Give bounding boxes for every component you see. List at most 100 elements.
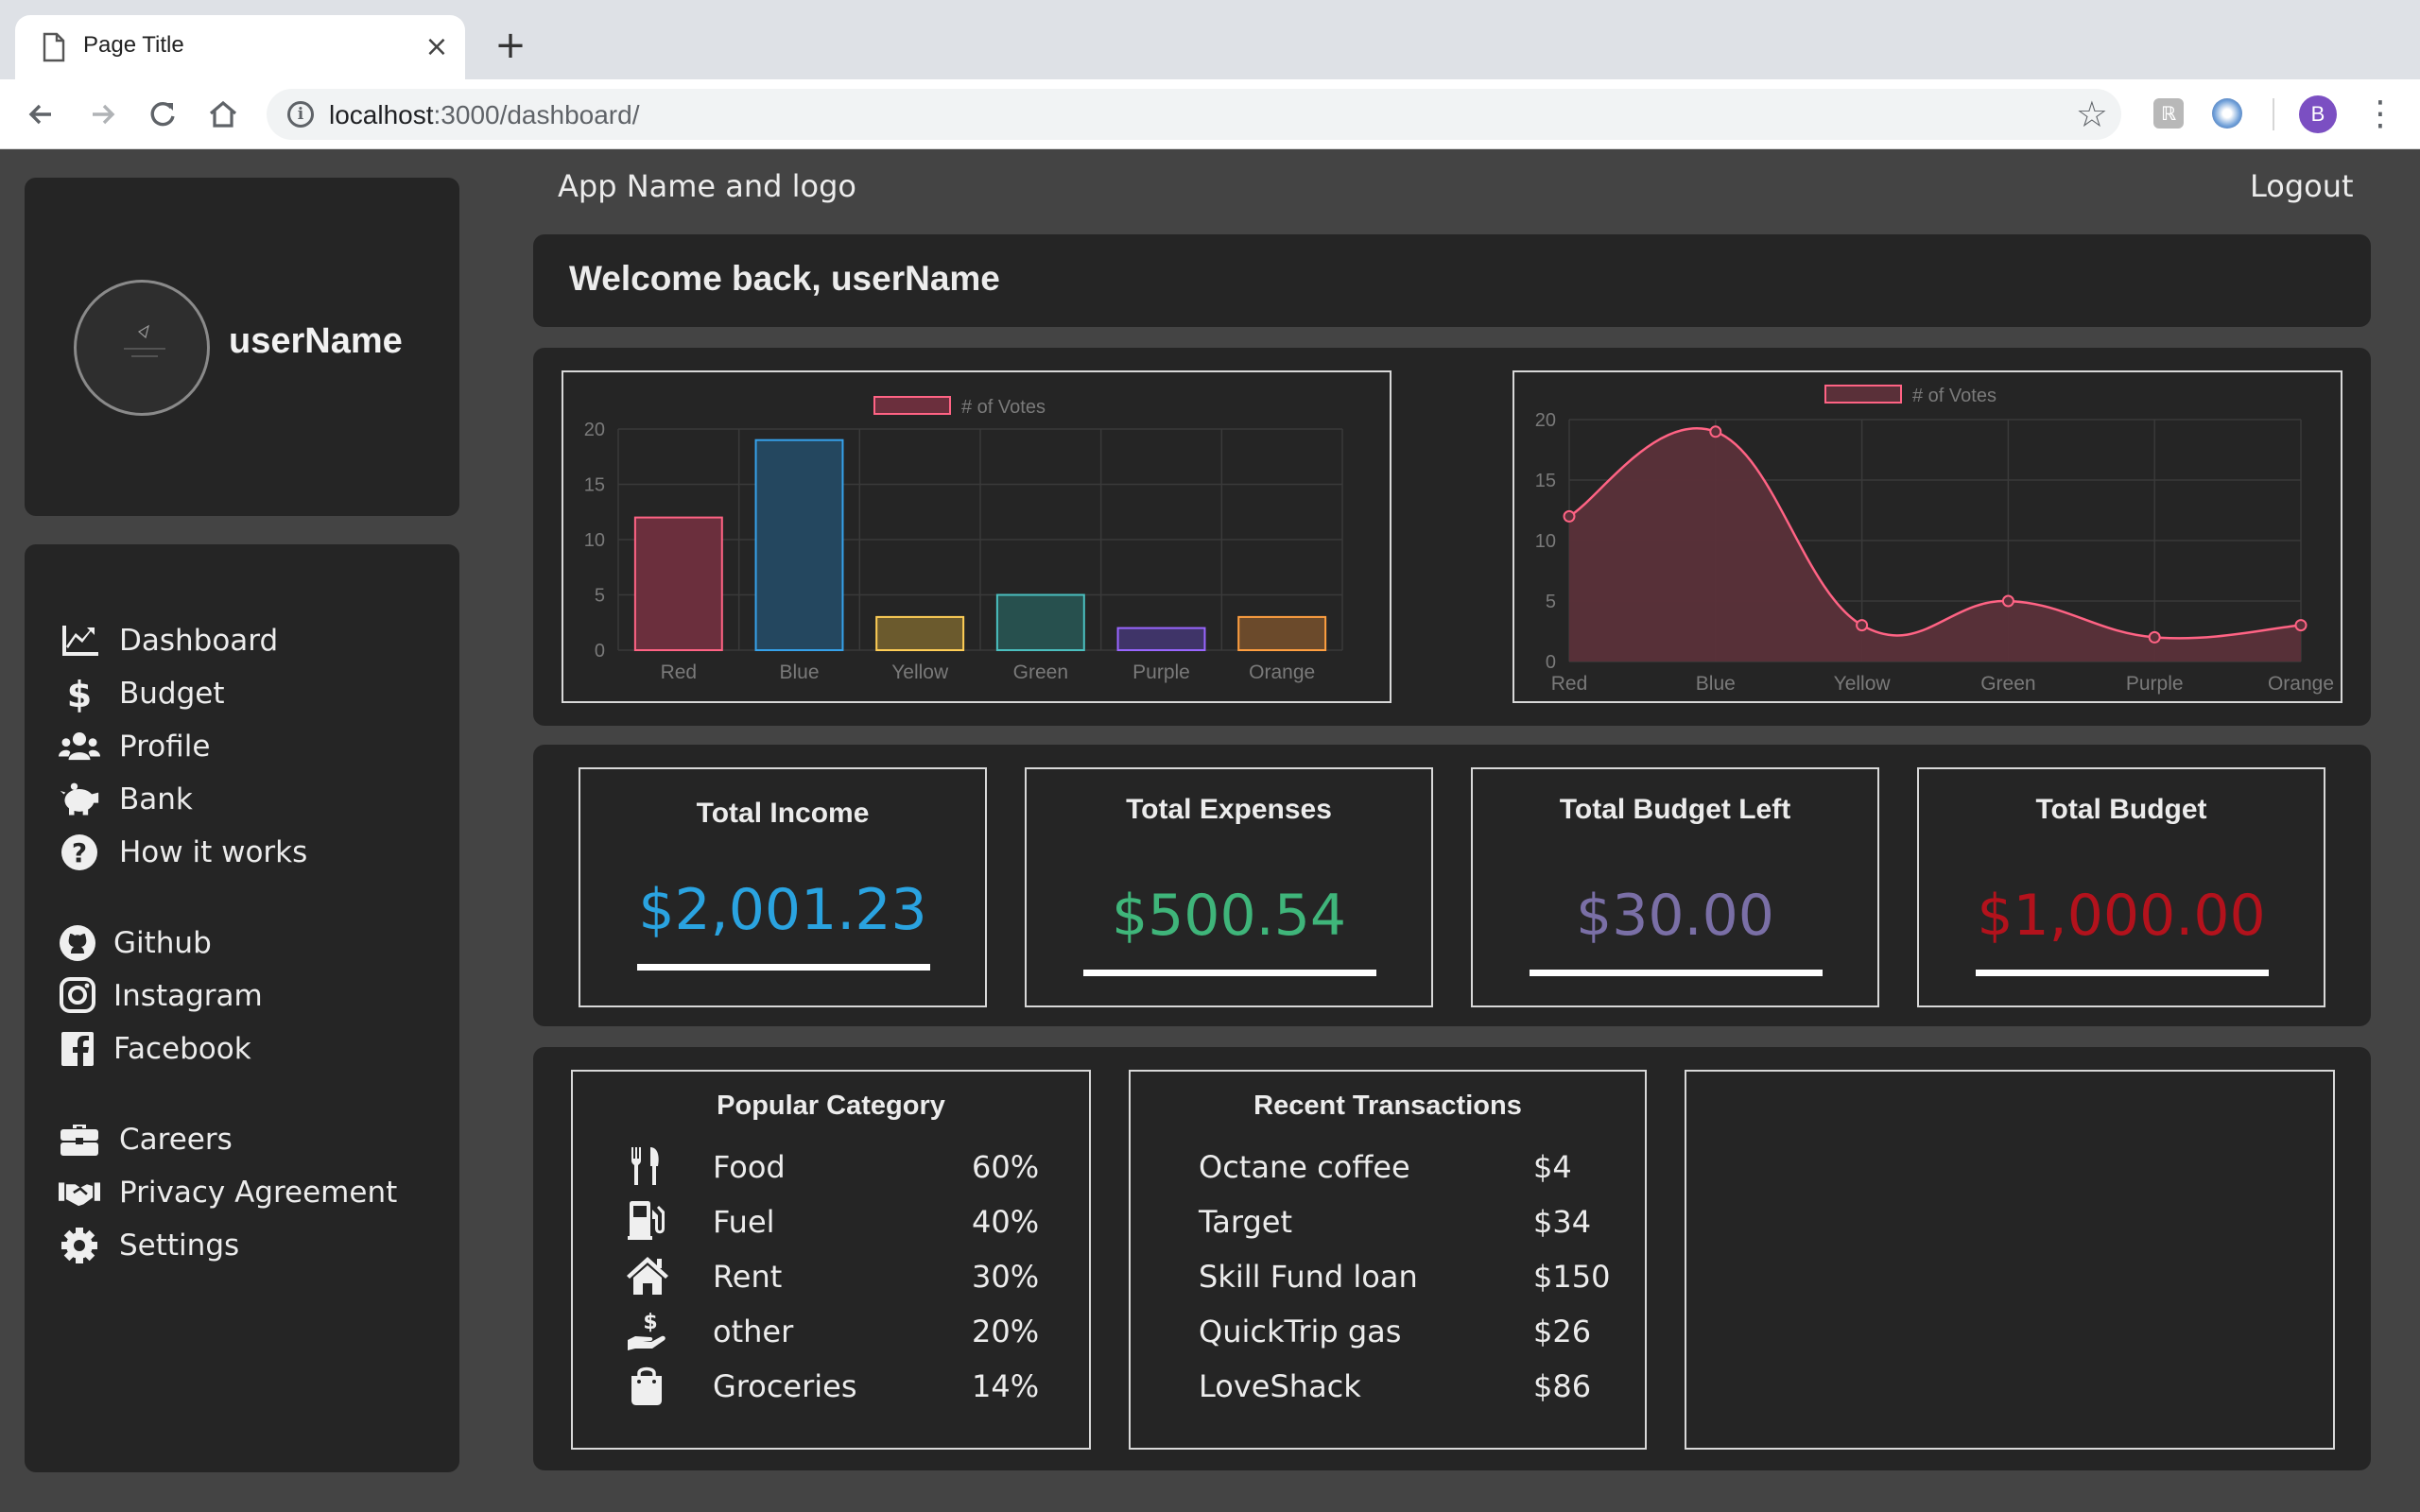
legend-label: # of Votes: [961, 397, 1046, 418]
sidebar-item-careers[interactable]: Careers: [59, 1119, 233, 1160]
y-tick-label: 15: [1535, 471, 1556, 491]
bottom-panel: Popular Category Food 60% Fuel 40% Rent …: [533, 1047, 2371, 1470]
y-tick-label: 5: [1546, 592, 1556, 612]
y-tick-label: 0: [595, 641, 605, 662]
list-item: $ other 20%: [573, 1310, 1089, 1353]
avatar[interactable]: [74, 280, 210, 416]
area-chart-canvas: 0 5 10 15 20 Red Blue Yellow Green Purple Orange # …: [1535, 385, 2334, 695]
gear-icon: [61, 1228, 97, 1263]
data-point: [2001, 594, 2014, 608]
sidebar-item-facebook[interactable]: Facebook: [59, 1028, 251, 1070]
browser-profile-avatar[interactable]: B: [2299, 95, 2337, 133]
extension-globe-icon[interactable]: [2212, 98, 2242, 129]
handshake-icon: [59, 1182, 100, 1207]
briefcase-icon: [60, 1125, 98, 1156]
list-item: Food 60%: [573, 1145, 1089, 1189]
x-tick-label: Red: [1551, 673, 1588, 695]
home-icon: [627, 1257, 668, 1295]
stats-panel: Total Income $2,001.23 Total Expenses $5…: [533, 745, 2371, 1026]
sidebar-item-instagram[interactable]: Instagram: [59, 975, 263, 1017]
utensils-icon: [631, 1147, 659, 1185]
bar-chart-canvas: 0 5 10 15 20 Red Blue Yellow Green Purple Orange # …: [584, 396, 1343, 683]
sidebar-item-how-it-works[interactable]: ? How it works: [59, 832, 307, 873]
x-tick-label: Blue: [1696, 673, 1736, 695]
x-tick-label: Orange: [2268, 673, 2334, 695]
stat-underline: [637, 964, 930, 971]
instagram-icon: [60, 977, 95, 1013]
x-tick-label: Green: [1013, 662, 1068, 683]
extension-icon[interactable]: ℝ: [2153, 98, 2184, 129]
table-row: Skill Fund loan $150: [1199, 1259, 1611, 1295]
sidebar-item-profile[interactable]: Profile: [59, 726, 210, 767]
legend-label: # of Votes: [1912, 386, 1996, 406]
table-row: Octane coffee $4: [1199, 1149, 1572, 1185]
y-tick-label: 0: [1546, 652, 1556, 673]
legend-swatch: [1824, 385, 1902, 404]
sidebar-nav: Dashboard $ Budget Profile Bank ? How it…: [25, 544, 459, 1472]
shopping-bag-icon: [631, 1366, 662, 1405]
recent-transactions-card: Recent Transactions Octane coffee $4 Tar…: [1129, 1070, 1647, 1450]
total-budget-left-card: Total Budget Left $30.00: [1471, 767, 1879, 1007]
stat-value: $30.00: [1576, 883, 1774, 949]
home-icon[interactable]: [202, 94, 244, 135]
total-expenses-card: Total Expenses $500.54: [1025, 767, 1433, 1007]
back-arrow-icon[interactable]: [21, 94, 62, 135]
y-tick-label: 20: [1535, 410, 1556, 431]
x-tick-label: Blue: [779, 662, 819, 683]
data-point: [1709, 425, 1722, 438]
forward-arrow-icon[interactable]: [81, 94, 123, 135]
y-tick-label: 15: [584, 475, 605, 496]
browser-menu-icon[interactable]: ⋮: [2363, 94, 2397, 135]
charts-panel: 0 5 10 15 20 Red Blue Yellow Green Purple Orange # …: [533, 348, 2371, 726]
sidebar-item-budget[interactable]: $ Budget: [59, 673, 225, 714]
table-row: Target $34: [1199, 1204, 1592, 1240]
welcome-text: Welcome back, userName: [569, 259, 1000, 298]
sidebar-item-privacy-agreement[interactable]: Privacy Agreement: [59, 1172, 397, 1213]
x-tick-label: Purple: [2126, 673, 2184, 695]
document-icon: [43, 32, 65, 62]
new-tab-plus-icon[interactable]: +: [490, 25, 531, 66]
total-budget-card: Total Budget $1,000.00: [1917, 767, 2325, 1007]
address-bar[interactable]: i localhost:3000/dashboard/ ☆: [267, 89, 2121, 140]
bookmark-star-icon[interactable]: ☆: [2076, 94, 2108, 135]
dollar-icon: $: [67, 675, 92, 713]
stat-underline: [1976, 970, 2269, 976]
data-point: [1856, 619, 1869, 632]
stat-title: Total Income: [696, 798, 870, 829]
area-chart: 0 5 10 15 20 Red Blue Yellow Green Purple Orange # …: [1512, 370, 2342, 703]
bar-chart: 0 5 10 15 20 Red Blue Yellow Green Purple Orange # …: [562, 370, 1392, 703]
url-text[interactable]: localhost:3000/dashboard/: [329, 100, 639, 130]
x-tick-label: Orange: [1249, 662, 1315, 683]
sidebar-item-bank[interactable]: Bank: [59, 779, 193, 820]
svg-text:$: $: [67, 675, 92, 713]
piggy-bank-icon: [60, 782, 99, 816]
chart-line-icon: [62, 626, 98, 656]
legend-swatch: [873, 396, 951, 415]
site-info-icon[interactable]: i: [287, 101, 314, 128]
recent-transactions-title: Recent Transactions: [1253, 1091, 1522, 1121]
list-item: Rent 30%: [573, 1255, 1089, 1298]
sidebar-item-dashboard[interactable]: Dashboard: [59, 620, 278, 662]
y-tick-label: 5: [595, 586, 605, 607]
stat-underline: [1530, 970, 1823, 976]
stat-value: $2,001.23: [638, 877, 927, 943]
tab-title: Page Title: [83, 32, 184, 58]
sidebar-item-settings[interactable]: Settings: [59, 1225, 239, 1266]
reload-icon[interactable]: [142, 94, 183, 135]
profile-card: userName: [25, 178, 459, 516]
area-fill: [1569, 428, 2301, 662]
total-income-card: Total Income $2,001.23: [579, 767, 987, 1007]
list-item: Groceries 14%: [573, 1365, 1089, 1408]
app-name-logo[interactable]: App Name and logo: [558, 168, 856, 204]
browser-tab-strip: Page Title × +: [0, 0, 2420, 79]
stat-underline: [1083, 970, 1376, 976]
browser-tab[interactable]: Page Title ×: [15, 15, 465, 79]
bar: [995, 593, 1085, 651]
toolbar-separator: [2273, 98, 2274, 130]
sidebar-item-github[interactable]: Github: [59, 922, 212, 964]
tab-close-icon[interactable]: ×: [418, 28, 456, 66]
bar: [1237, 615, 1327, 651]
table-row: QuickTrip gas $26: [1199, 1314, 1592, 1349]
logout-link[interactable]: Logout: [2250, 168, 2354, 204]
y-tick-label: 20: [584, 420, 605, 440]
